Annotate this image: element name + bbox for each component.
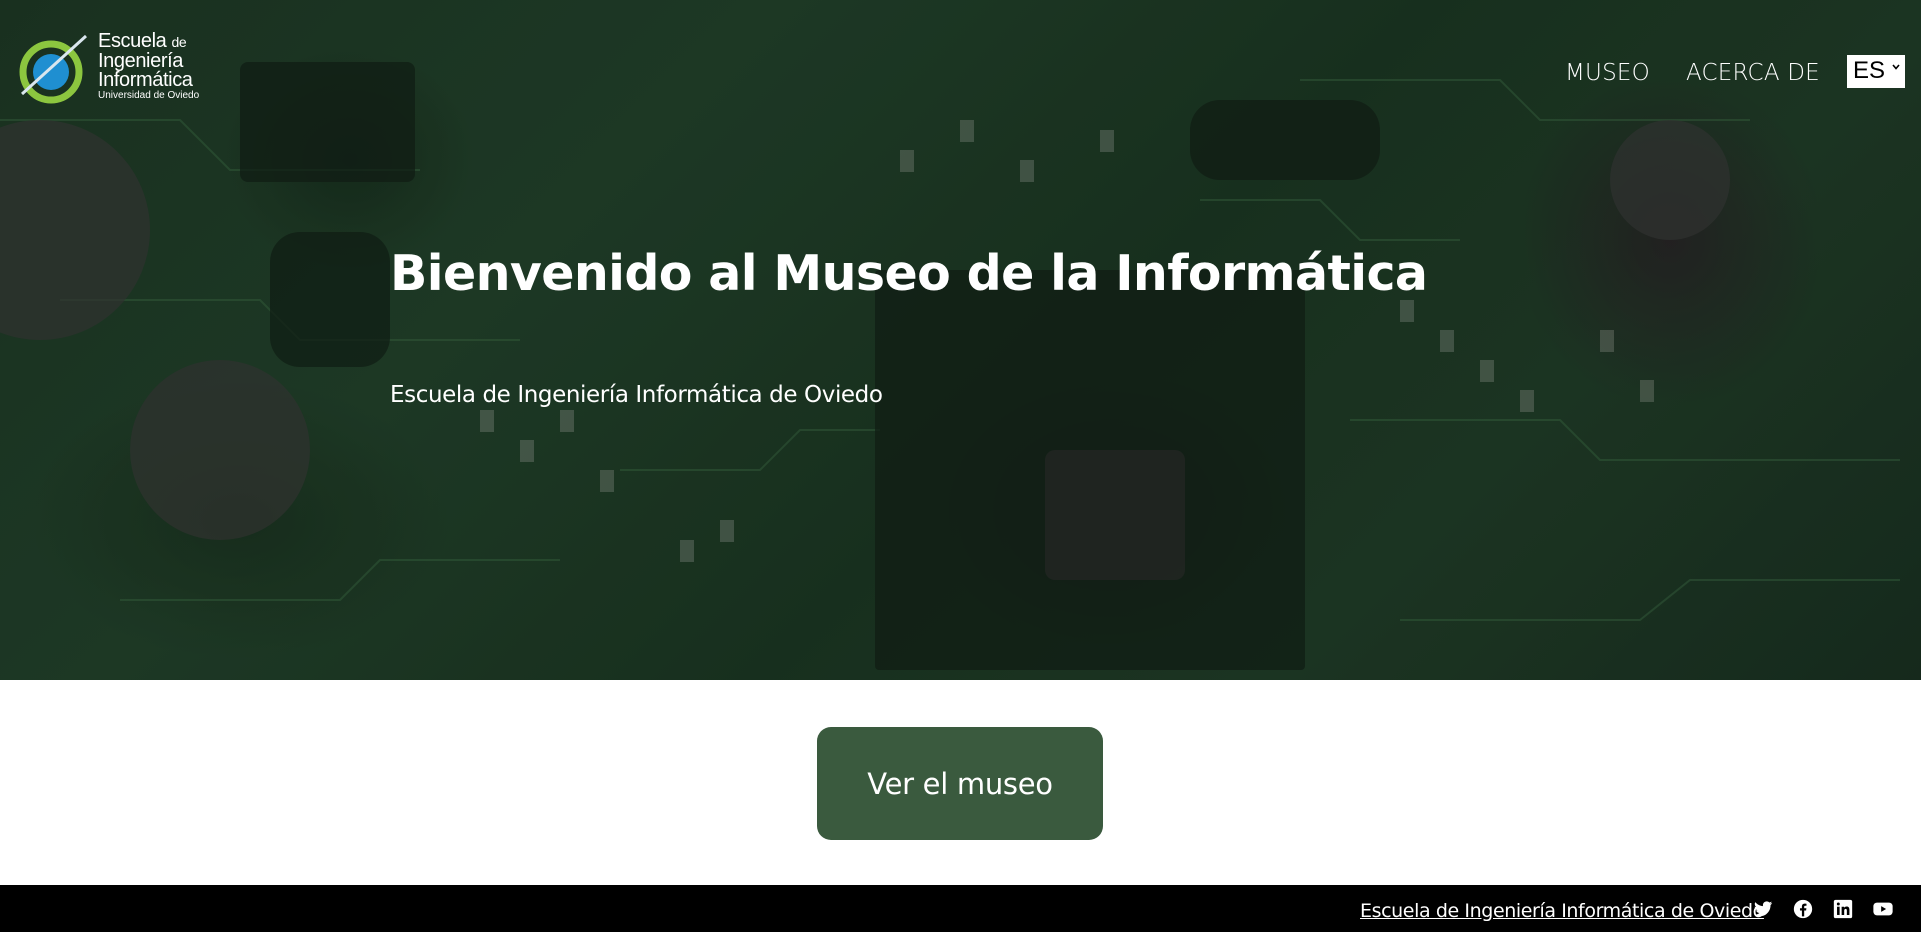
facebook-icon[interactable]	[1792, 898, 1814, 920]
hero-banner: Escuela de Ingeniería Informática Univer…	[0, 0, 1921, 680]
logo-line-4: Universidad de Oviedo	[98, 90, 200, 101]
hero-overlay	[0, 0, 1921, 680]
nav-museo[interactable]: MUSEO	[1565, 60, 1650, 86]
logo-line-1: Escuela	[98, 30, 167, 52]
view-museum-button[interactable]: Ver el museo	[817, 727, 1103, 840]
language-selected-value: ES	[1853, 57, 1886, 84]
twitter-icon[interactable]	[1752, 898, 1774, 920]
hero-title: Bienvenido al Museo de la Informática	[390, 245, 1428, 302]
school-logo[interactable]: Escuela de Ingeniería Informática Univer…	[18, 30, 208, 104]
logo-line-3: Informática	[98, 69, 193, 91]
hero-subtitle: Escuela de Ingeniería Informática de Ovi…	[390, 382, 883, 408]
nav-acerca-de[interactable]: ACERCA DE	[1686, 60, 1820, 86]
footer-school-link[interactable]: Escuela de Ingeniería Informática de Ovi…	[1360, 900, 1764, 922]
logo-emblem-icon	[19, 34, 88, 104]
logo-line-1-small: de	[171, 34, 187, 50]
chevron-down-icon	[1892, 64, 1900, 70]
linkedin-icon[interactable]	[1832, 898, 1854, 920]
footer: Escuela de Ingeniería Informática de Ovi…	[0, 885, 1921, 932]
youtube-icon[interactable]	[1872, 898, 1894, 920]
language-select[interactable]: ES	[1847, 55, 1905, 88]
